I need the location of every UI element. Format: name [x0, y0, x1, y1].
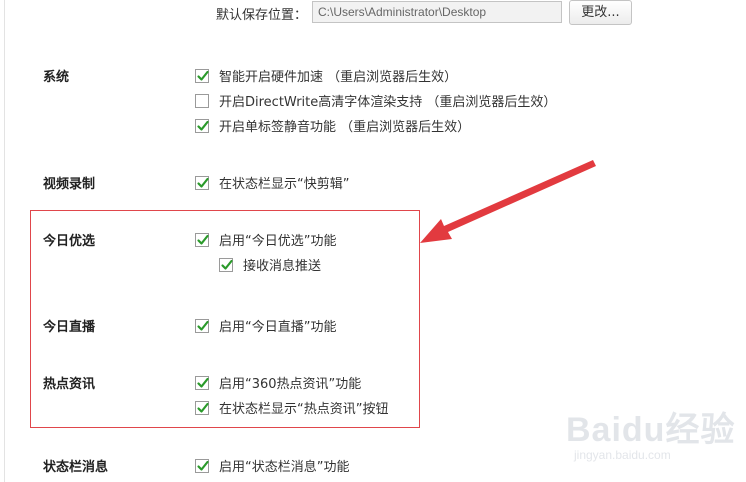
- watermark-url: jingyan.baidu.com: [574, 448, 671, 462]
- watermark-brand: Baidu经验: [566, 411, 736, 449]
- baidu-jingyan-watermark: Baidu经验 jingyan.baidu.com: [560, 398, 740, 478]
